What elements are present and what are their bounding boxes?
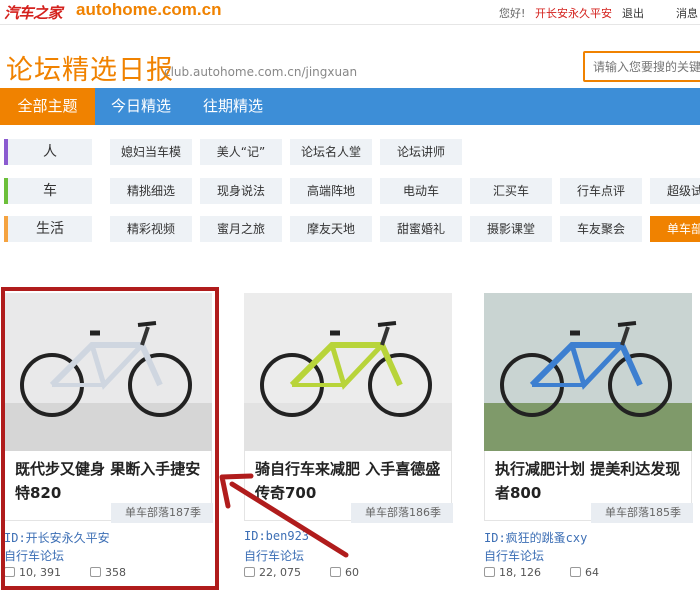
replies-count: 64 <box>585 566 599 579</box>
category-item[interactable]: 单车部落 <box>650 216 700 242</box>
card-title-box: 骑自行车来减肥 入手喜德盛传奇700 单车部落186季 <box>244 451 453 523</box>
thumb-icon <box>4 567 15 577</box>
category-head[interactable]: 人 <box>4 139 92 165</box>
replies-count: 60 <box>345 566 359 579</box>
category-item[interactable]: 现身说法 <box>200 178 282 204</box>
views-count: 10, 391 <box>19 566 61 579</box>
comment-icon <box>90 567 101 577</box>
comment-icon <box>330 567 341 577</box>
card-forum[interactable]: 自行车论坛 <box>244 547 304 564</box>
card-title-box: 既代步又健身 果断入手捷安特820 单车部落187季 <box>4 451 213 523</box>
category-item[interactable]: 蜜月之旅 <box>200 216 282 242</box>
card-stats: 18, 126 64 <box>484 566 599 579</box>
tab-today-picks[interactable]: 今日精选 <box>95 88 187 125</box>
category-item[interactable]: 行车点评 <box>560 178 642 204</box>
category-item[interactable]: 电动车 <box>380 178 462 204</box>
logout-link[interactable]: 退出 <box>622 5 644 21</box>
card-title[interactable]: 骑自行车来减肥 入手喜德盛传奇700 <box>255 457 445 505</box>
category-head[interactable]: 生活 <box>4 216 92 242</box>
card-tag: 单车部落185季 <box>591 503 693 523</box>
category-item[interactable]: 论坛讲师 <box>380 139 462 165</box>
page-url: club.autohome.com.cn/jingxuan <box>164 65 358 79</box>
category-item[interactable]: 论坛名人堂 <box>290 139 372 165</box>
category-item[interactable]: 美人“记” <box>200 139 282 165</box>
category-head[interactable]: 车 <box>4 178 92 204</box>
post-card[interactable]: 骑自行车来减肥 入手喜德盛传奇700 单车部落186季 ID:ben923 自行车论坛… <box>244 293 456 579</box>
category-item[interactable]: 精彩视频 <box>110 216 192 242</box>
views-count: 22, 075 <box>259 566 301 579</box>
comment-icon <box>570 567 581 577</box>
category-item[interactable]: 媳妇当车模 <box>110 139 192 165</box>
top-bar: 汽车之家 autohome.com.cn 您好! 开长安永久平安 退出 消息 <box>0 0 700 25</box>
thumb-icon <box>244 567 255 577</box>
card-stats: 22, 075 60 <box>244 566 359 579</box>
replies-count: 358 <box>105 566 126 579</box>
main-nav: 全部主题 今日精选 往期精选 <box>0 88 700 125</box>
page-title: 论坛精选日报 <box>6 55 174 86</box>
card-title[interactable]: 执行减肥计划 提美利达发现者800 <box>495 457 685 505</box>
tab-past-picks[interactable]: 往期精选 <box>187 88 279 125</box>
card-stats: 10, 391 358 <box>4 566 126 579</box>
card-title-box: 执行减肥计划 提美利达发现者800 单车部落185季 <box>484 451 693 523</box>
card-author[interactable]: ID:ben923 <box>244 529 309 543</box>
card-forum[interactable]: 自行车论坛 <box>484 547 544 564</box>
bicycle-photo[interactable] <box>244 293 452 451</box>
card-forum[interactable]: 自行车论坛 <box>4 547 64 564</box>
category-item[interactable]: 甜蜜婚礼 <box>380 216 462 242</box>
category-item[interactable]: 精挑细选 <box>110 178 192 204</box>
card-title[interactable]: 既代步又健身 果断入手捷安特820 <box>15 457 205 505</box>
thumb-icon <box>484 567 495 577</box>
views-count: 18, 126 <box>499 566 541 579</box>
category-item[interactable]: 摄影课堂 <box>470 216 552 242</box>
category-item[interactable]: 车友聚会 <box>560 216 642 242</box>
site-url-logo[interactable]: autohome.com.cn <box>76 0 221 20</box>
card-author[interactable]: ID:开长安永久平安 <box>4 529 110 546</box>
post-card[interactable]: 既代步又健身 果断入手捷安特820 单车部落187季 ID:开长安永久平安 自行车论坛… <box>4 293 216 579</box>
card-author[interactable]: ID:疯狂的跳蚤cxy <box>484 529 587 546</box>
category-item[interactable]: 高端阵地 <box>290 178 372 204</box>
category-item[interactable]: 汇买车 <box>470 178 552 204</box>
messages-link[interactable]: 消息 <box>676 5 698 21</box>
card-tag: 单车部落187季 <box>111 503 213 523</box>
category-item[interactable]: 摩友天地 <box>290 216 372 242</box>
tab-all-topics[interactable]: 全部主题 <box>0 88 95 125</box>
greeting-text: 您好! <box>499 7 526 20</box>
card-tag: 单车部落186季 <box>351 503 453 523</box>
post-card[interactable]: 执行减肥计划 提美利达发现者800 单车部落185季 ID:疯狂的跳蚤cxy 自行车论… <box>484 293 696 579</box>
site-logo[interactable]: 汽车之家 <box>4 2 63 23</box>
bicycle-photo[interactable] <box>4 293 212 451</box>
search-input[interactable] <box>583 51 700 82</box>
username-link[interactable]: 开长安永久平安 <box>535 5 612 21</box>
category-item[interactable]: 超级试驾 <box>650 178 700 204</box>
bicycle-photo[interactable] <box>484 293 692 451</box>
